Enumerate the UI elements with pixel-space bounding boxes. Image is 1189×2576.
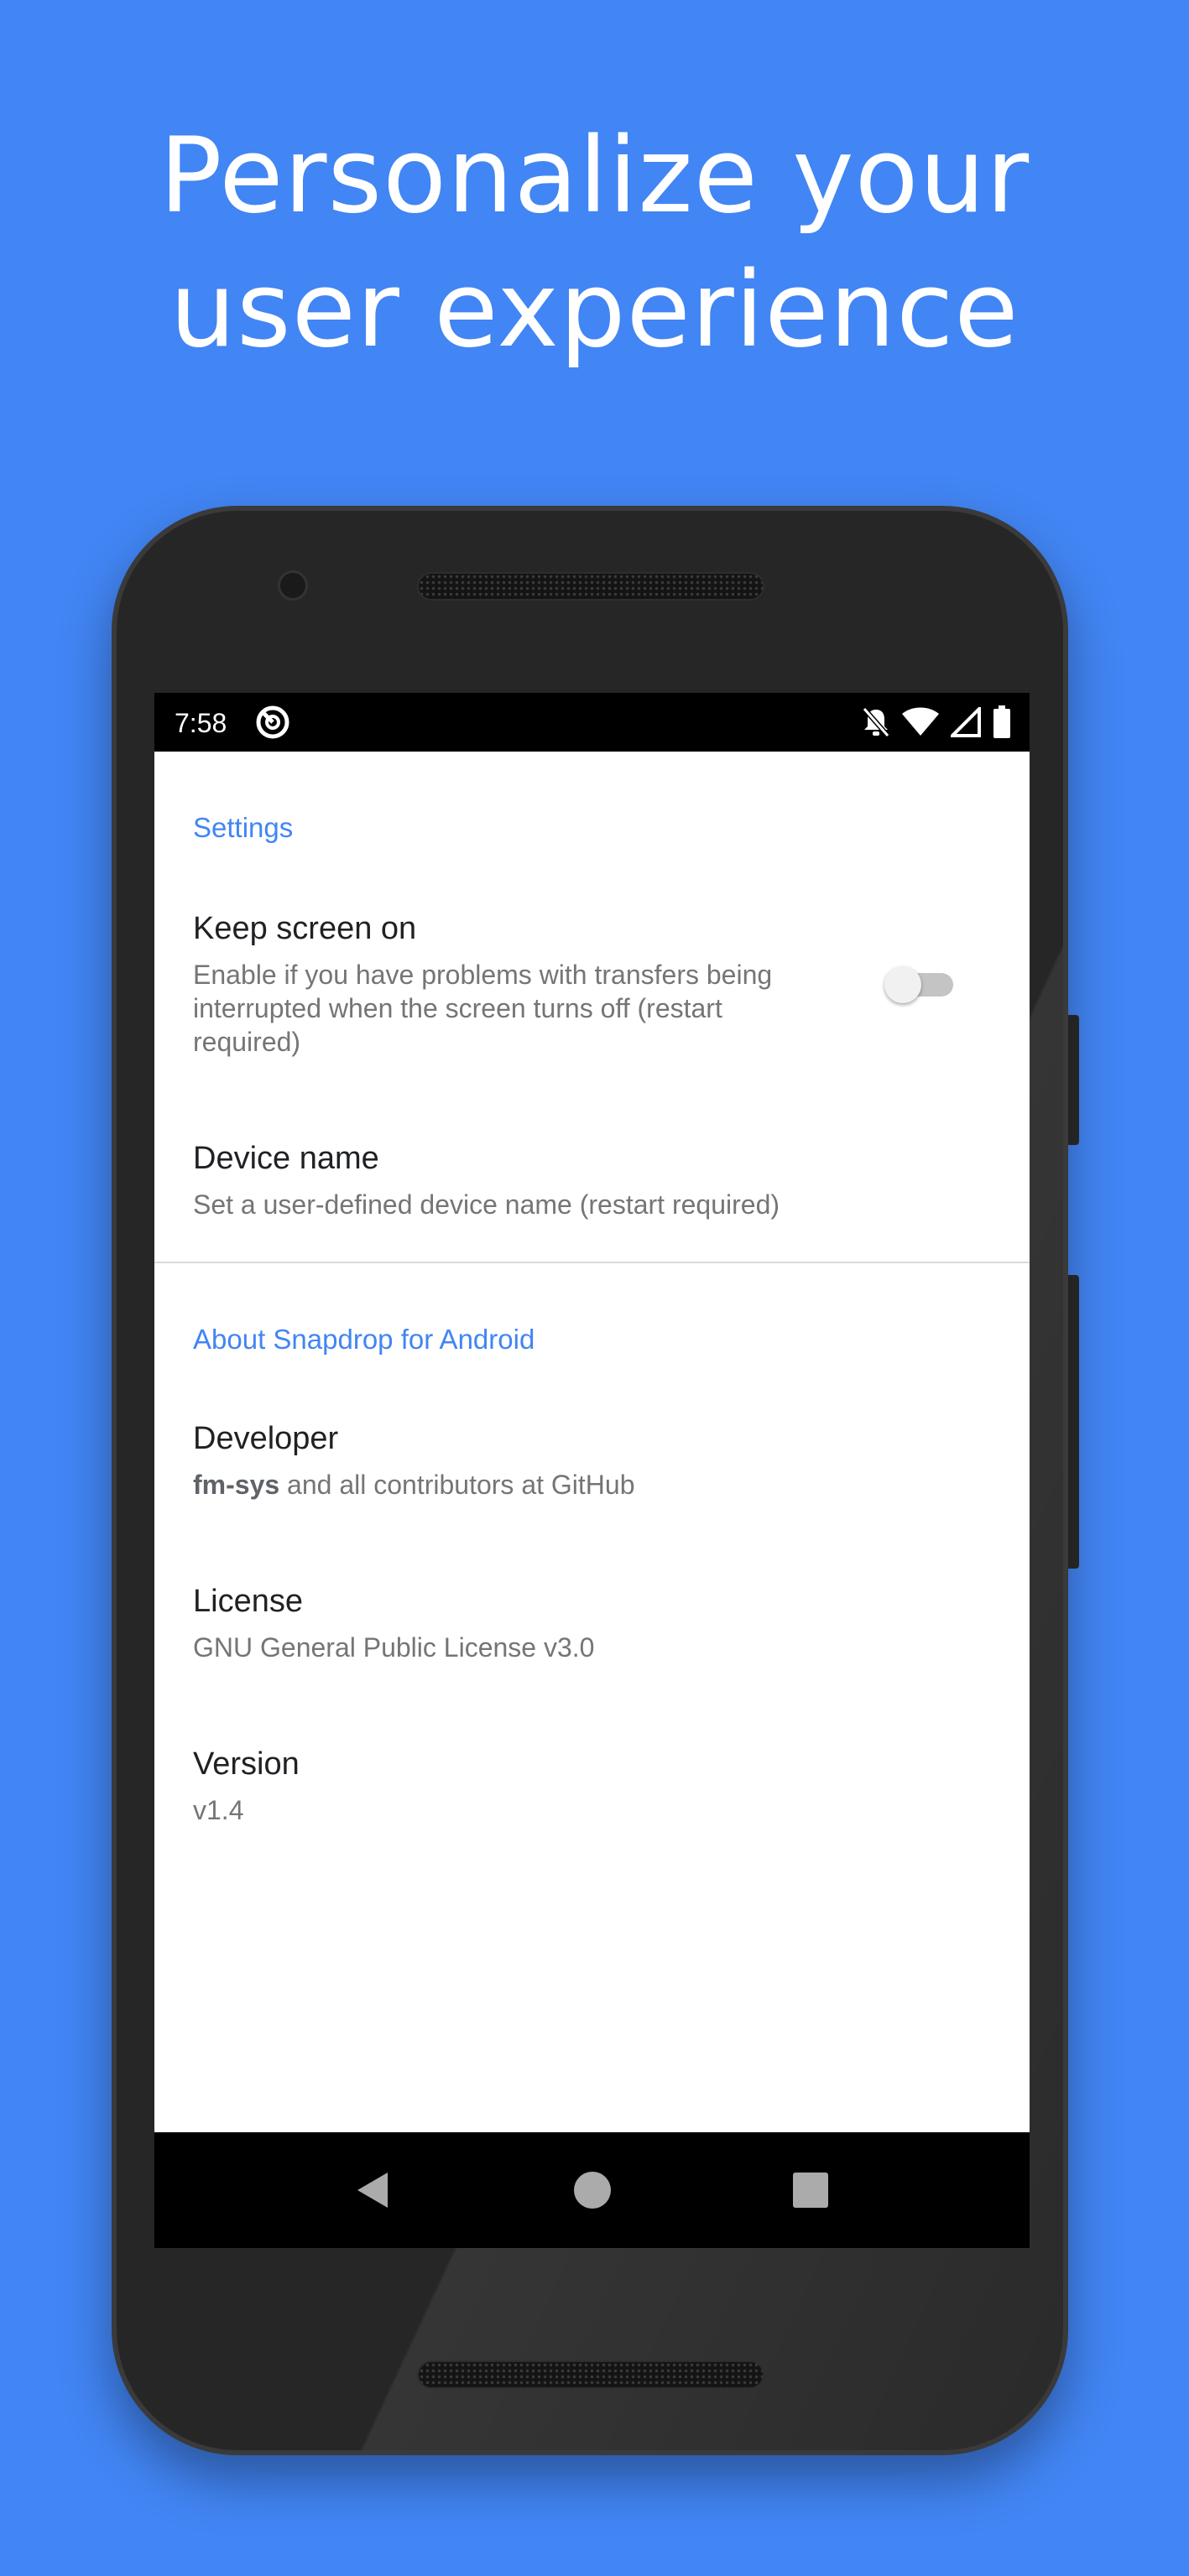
bottom-speaker: [417, 2360, 764, 2389]
battery-icon: [993, 705, 1011, 739]
status-icons: [862, 705, 1011, 740]
license-title: License: [193, 1584, 303, 1619]
keep-screen-on-summary-line-2: interrupted when the screen turns off (r…: [193, 993, 722, 1023]
device-name-title: Device name: [193, 1141, 379, 1176]
headline-line-2: user experience: [169, 250, 1020, 371]
headline-line-1: Personalize your: [159, 116, 1030, 237]
wifi-icon: [902, 707, 939, 737]
developer-name: fm-sys: [193, 1470, 280, 1500]
developer-summary: fm-sys and all contributors at GitHub: [193, 1468, 634, 1501]
navigation-bar: [154, 2132, 1030, 2248]
recents-icon[interactable]: [790, 2169, 832, 2211]
phone-screen: 7:58 Settings Keep screen on Enable if y…: [154, 693, 1030, 2248]
back-icon[interactable]: [352, 2169, 394, 2211]
home-icon[interactable]: [571, 2169, 613, 2211]
device-name-summary: Set a user-defined device name (restart …: [193, 1189, 780, 1220]
top-speaker: [417, 572, 764, 601]
version-summary: v1.4: [193, 1795, 244, 1825]
front-camera: [278, 570, 308, 601]
status-time: 7:58: [175, 708, 227, 738]
developer-title: Developer: [193, 1421, 339, 1456]
section-header-about: About Snapdrop for Android: [193, 1324, 535, 1355]
keep-screen-on-title: Keep screen on: [193, 911, 417, 946]
keep-screen-on-switch[interactable]: [884, 958, 962, 1008]
keep-screen-on-summary-line-3: required): [193, 1027, 301, 1057]
section-divider: [154, 1262, 1030, 1263]
version-title: Version: [193, 1746, 300, 1782]
status-bar: 7:58: [154, 693, 1030, 752]
section-header-settings: Settings: [193, 812, 294, 843]
license-summary: GNU General Public License v3.0: [193, 1632, 595, 1663]
developer-summary-rest: and all contributors at GitHub: [279, 1470, 635, 1500]
signal-icon: [951, 707, 981, 737]
headline: Personalize your user experience: [0, 109, 1189, 377]
switch-thumb: [884, 966, 921, 1003]
notifications-off-icon: [862, 706, 890, 738]
app-notification-icon: [255, 705, 290, 740]
keep-screen-on-summary-line-1: Enable if you have problems with transfe…: [193, 960, 773, 990]
